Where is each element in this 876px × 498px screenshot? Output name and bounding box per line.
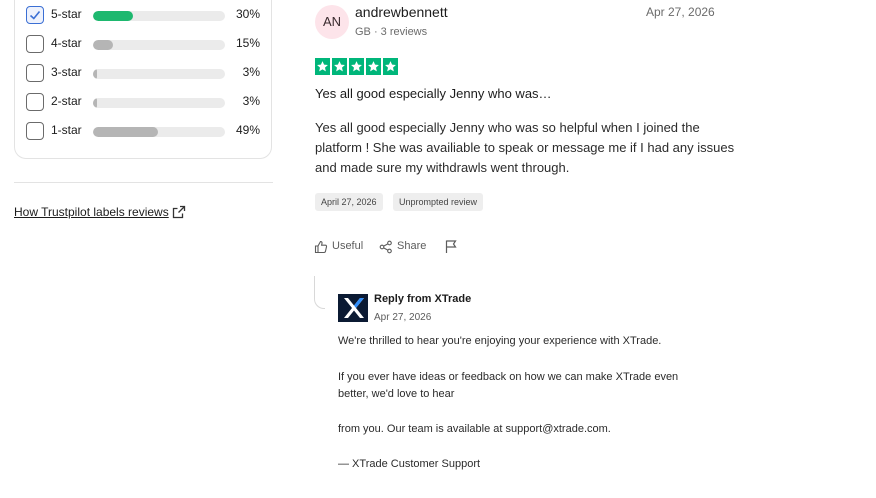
checkbox-3-star[interactable]	[26, 64, 44, 82]
xtrade-logo-icon	[344, 298, 364, 318]
labels-reviews-link[interactable]: How Trustpilot labels reviews	[14, 205, 169, 219]
rating-row-label: 3-star	[51, 65, 82, 79]
rating-bar-track	[93, 69, 225, 79]
useful-label: Useful	[332, 240, 364, 252]
star-icon	[383, 58, 398, 75]
star-icon	[332, 58, 347, 75]
rating-row-label: 5-star	[51, 7, 82, 21]
rating-row-percent: 15%	[235, 36, 260, 50]
useful-button[interactable]: Useful	[314, 240, 369, 254]
avatar[interactable]: AN	[315, 5, 349, 39]
rating-row-percent: 3%	[242, 94, 260, 108]
share-button[interactable]: Share	[379, 240, 431, 254]
review-date: Apr 27, 2026	[646, 5, 715, 19]
rating-bar-fill	[93, 11, 133, 21]
thumbs-up-icon	[314, 240, 328, 254]
review-body: Yes all good especially Jenny who was so…	[315, 120, 735, 175]
rating-bar-track	[93, 98, 225, 108]
company-logo	[338, 294, 368, 322]
rating-row-percent: 49%	[235, 123, 260, 137]
rating-bar-fill	[93, 69, 97, 79]
checkbox-2-star[interactable]	[26, 93, 44, 111]
checkbox-5-star[interactable]	[26, 6, 44, 24]
star-icon	[366, 58, 381, 75]
rating-row-percent: 3%	[242, 65, 260, 79]
reply-connector	[314, 276, 325, 309]
rating-row-percent: 30%	[235, 7, 260, 21]
rating-row-label: 1-star	[51, 123, 82, 137]
reviewer-meta: GB · 3 reviews	[355, 26, 428, 38]
reply-from: Reply from XTrade	[374, 293, 472, 305]
rating-row-1-star[interactable]: 1-star 49%	[26, 122, 262, 144]
reply-paragraph: from you. Our team is available at suppo…	[338, 423, 611, 435]
rating-row-label: 4-star	[51, 36, 82, 50]
check-icon	[29, 10, 41, 20]
rating-bar-track	[93, 40, 225, 50]
rating-row-5-star[interactable]: 5-star 30%	[26, 6, 262, 28]
share-label: Share	[397, 240, 427, 252]
rating-bar-fill	[93, 98, 97, 108]
star-icon	[315, 58, 330, 75]
unprompted-tag[interactable]: Unprompted review	[393, 193, 484, 211]
rating-row-label: 2-star	[51, 94, 82, 108]
external-link-icon[interactable]	[172, 205, 186, 219]
star-icon	[349, 58, 364, 75]
rating-bar-fill	[93, 127, 158, 137]
flag-icon[interactable]	[444, 239, 458, 254]
reply-paragraph: We're thrilled to hear you're enjoying y…	[338, 335, 662, 347]
reviewer-name[interactable]: andrewbennett	[355, 4, 448, 20]
sidebar-divider	[14, 182, 273, 183]
rating-row-2-star[interactable]: 2-star 3%	[26, 93, 262, 115]
reply-paragraph: If you ever have ideas or feedback on ho…	[338, 371, 679, 400]
checkbox-1-star[interactable]	[26, 122, 44, 140]
rating-bar-fill	[93, 40, 113, 50]
rating-row-3-star[interactable]: 3-star 3%	[26, 64, 262, 86]
checkbox-4-star[interactable]	[26, 35, 44, 53]
rating-row-4-star[interactable]: 4-star 15%	[26, 35, 262, 57]
reply-signature: — XTrade Customer Support	[338, 458, 481, 470]
share-icon	[379, 240, 392, 254]
reply-date: Apr 27, 2026	[374, 312, 432, 323]
rating-bar-track	[93, 127, 225, 137]
review-title[interactable]: Yes all good especially Jenny who was…	[315, 86, 552, 101]
rating-bar-track	[93, 11, 225, 21]
date-tag: April 27, 2026	[315, 193, 383, 211]
